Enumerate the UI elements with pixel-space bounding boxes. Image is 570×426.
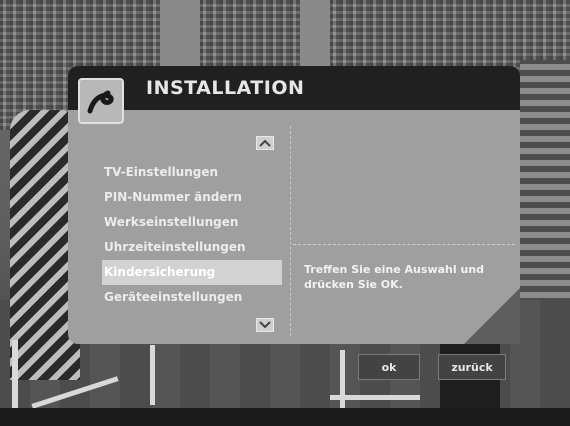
swirl-logo-icon: [78, 78, 124, 124]
menu-item-pin-nummer[interactable]: PIN-Nummer ändern: [102, 185, 282, 210]
menu-item-werkseinstellungen[interactable]: Werkseinstellungen: [102, 210, 282, 235]
goal-post: [12, 340, 18, 410]
back-button[interactable]: zurück: [438, 354, 506, 380]
chevron-up-icon: [259, 139, 271, 147]
menu-titlebar: INSTALLATION: [68, 66, 520, 110]
goal-post: [330, 395, 420, 400]
help-text: Treffen Sie eine Auswahl und drücken Sie…: [304, 263, 484, 291]
info-divider: [293, 244, 515, 245]
menu-item-geraeteeinstellungen[interactable]: Geräteeinstellungen: [102, 285, 282, 310]
scroll-down-button[interactable]: [256, 318, 274, 332]
menu-item-uhrzeiteinstellungen[interactable]: Uhrzeiteinstellungen: [102, 235, 282, 260]
menu-title: INSTALLATION: [146, 77, 305, 99]
chevron-down-icon: [259, 321, 271, 329]
panel-corner: [464, 288, 520, 344]
installation-menu: INSTALLATION TV-Einstellungen PIN-Nummer…: [68, 66, 520, 344]
menu-items: TV-Einstellungen PIN-Nummer ändern Werks…: [102, 160, 282, 310]
scroll-up-button[interactable]: [256, 136, 274, 150]
bottom-bar: [0, 408, 570, 426]
menu-list: TV-Einstellungen PIN-Nummer ändern Werks…: [90, 126, 291, 336]
ok-button[interactable]: ok: [358, 354, 420, 380]
menu-item-tv-einstellungen[interactable]: TV-Einstellungen: [102, 160, 282, 185]
info-area: [300, 126, 510, 246]
stadium-crowd-right: [520, 60, 570, 310]
menu-item-kindersicherung[interactable]: Kindersicherung: [102, 260, 282, 285]
goal-post: [150, 345, 155, 405]
